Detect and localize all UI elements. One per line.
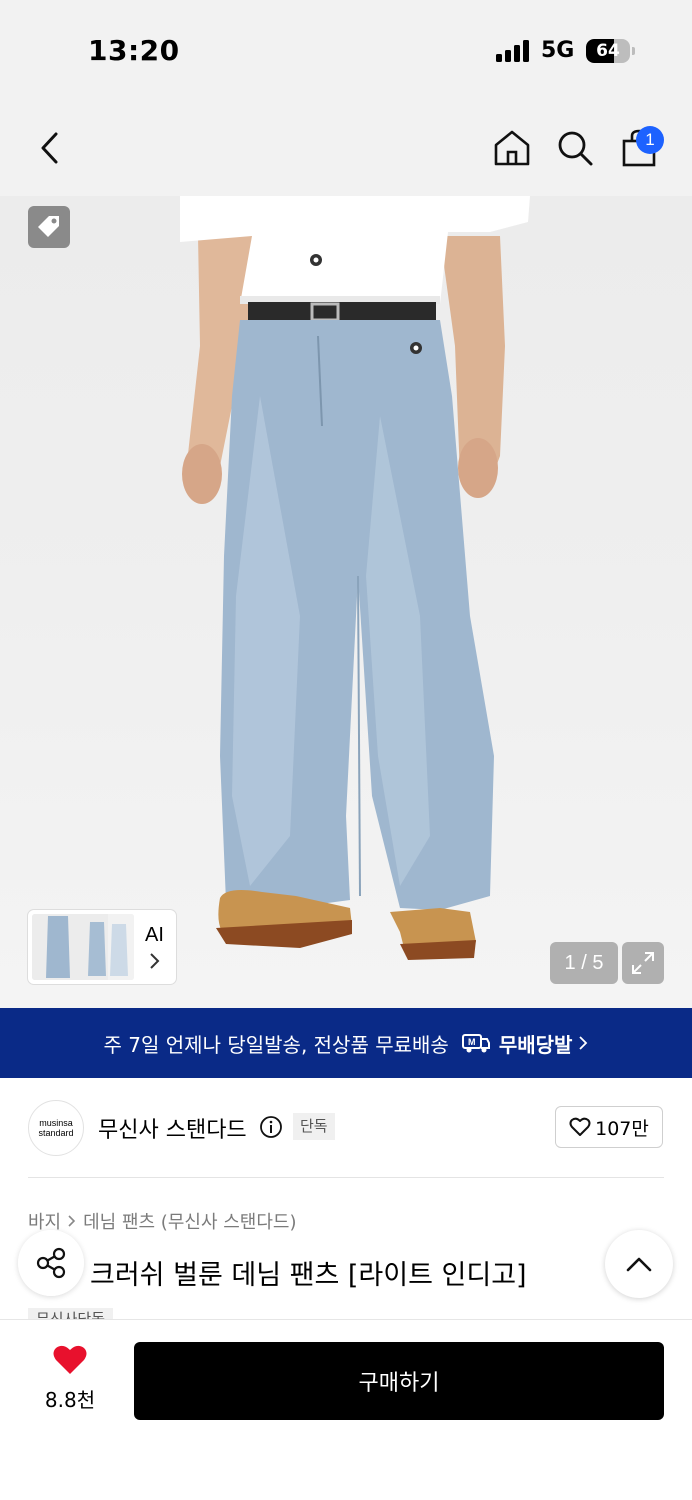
expand-button[interactable] [622, 942, 664, 984]
status-bar: 13:20 5G 64 [0, 0, 692, 100]
share-button[interactable] [18, 1230, 84, 1296]
brand-logo[interactable]: musinsa standard [28, 1100, 84, 1156]
search-icon [558, 131, 593, 166]
chevron-left-icon [41, 132, 58, 164]
battery-icon: 64 [586, 39, 630, 63]
divider [28, 1177, 664, 1178]
brand-like-button[interactable]: 107만 [555, 1106, 663, 1148]
home-icon [494, 130, 530, 166]
signal-icon [496, 40, 532, 62]
chevron-right-icon [150, 953, 160, 969]
heart-filled-icon [53, 1345, 87, 1374]
product-photo [180, 196, 530, 960]
brand-logo-line1: musinsa [39, 1118, 73, 1128]
wish-button[interactable]: 8.8천 [32, 1344, 108, 1413]
top-nav [0, 100, 692, 196]
image-pager: 1 / 5 [550, 942, 618, 984]
status-time: 13:20 [88, 34, 180, 67]
buy-button[interactable]: 구매하기 [134, 1342, 664, 1420]
ai-thumbnail [32, 914, 134, 980]
chevron-right-icon [68, 1215, 76, 1227]
bottom-action-bar: 8.8천 구매하기 [0, 1319, 692, 1500]
home-button[interactable] [488, 124, 536, 172]
svg-text:M: M [468, 1037, 476, 1047]
heart-outline-icon [569, 1117, 591, 1136]
network-type: 5G [541, 38, 575, 63]
cart-badge: 1 [636, 126, 664, 154]
back-button[interactable] [26, 124, 74, 172]
share-icon [36, 1247, 66, 1279]
product-title: 크러쉬 벌룬 데님 팬츠 [라이트 인디고] [90, 1260, 527, 1291]
tag-icon [38, 216, 59, 237]
tag-button[interactable] [28, 206, 70, 248]
battery-level: 64 [596, 41, 620, 61]
breadcrumb: 바지 데님 팬츠 (무신사 스탠다드) [28, 1208, 297, 1234]
expand-icon [632, 952, 654, 974]
scroll-top-button[interactable] [605, 1230, 673, 1298]
ai-lookbook-button[interactable]: AI [28, 910, 176, 984]
delivery-truck-icon: M [461, 1034, 490, 1053]
ai-label: AI [145, 924, 164, 946]
breadcrumb-item[interactable]: 데님 팬츠 (무신사 스탠다드) [83, 1208, 296, 1234]
exclusive-badge: 단독 [293, 1113, 335, 1140]
banner-brand: 무배당발 [498, 1032, 573, 1057]
brand-like-count: 107만 [595, 1117, 649, 1140]
delivery-banner[interactable]: 주 7일 언제나 당일발송, 전상품 무료배송 M 무배당발 [0, 1008, 692, 1078]
chevron-right-icon [579, 1036, 588, 1050]
product-image-gallery[interactable]: AI 1 / 5 [0, 196, 692, 1008]
brand-logo-line2: standard [38, 1128, 74, 1138]
banner-text: 주 7일 언제나 당일발송, 전상품 무료배송 [103, 1032, 449, 1057]
info-icon[interactable] [259, 1115, 283, 1139]
wish-count: 8.8천 [44, 1388, 96, 1412]
search-button[interactable] [551, 124, 599, 172]
brand-name[interactable]: 무신사 스탠다드 [98, 1112, 247, 1144]
chevron-up-icon [626, 1257, 652, 1272]
